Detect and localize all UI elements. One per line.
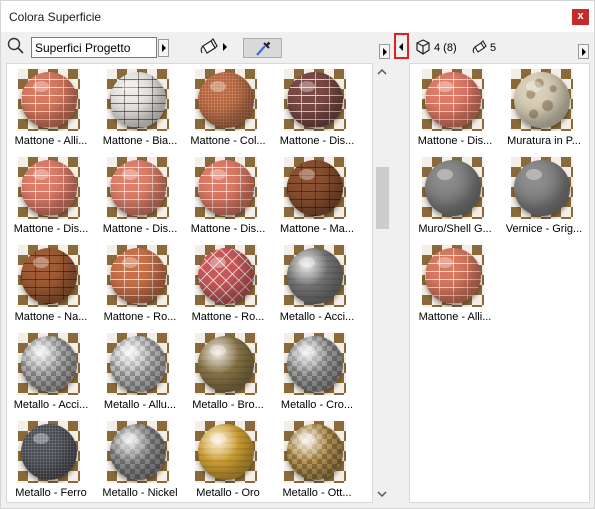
surface-tile[interactable]: Mattone - Na... xyxy=(8,243,94,331)
surface-preview-image xyxy=(511,69,573,131)
surface-tile[interactable]: Mattone - Ro... xyxy=(97,243,183,331)
surface-library-grid: Mattone - Alli... Mattone - Bia... Mattone… xyxy=(6,63,373,503)
surface-preview-image xyxy=(18,333,80,395)
eyedropper-icon xyxy=(256,41,271,56)
surface-tile-label: Metallo - Bro... xyxy=(192,399,264,411)
surface-tile[interactable]: Mattone - Alli... xyxy=(412,243,498,331)
surface-tile-label: Mattone - Dis... xyxy=(190,223,266,235)
surface-preview-image xyxy=(18,245,80,307)
eyedropper-button[interactable] xyxy=(243,38,282,58)
object-count: 4 (8) xyxy=(434,42,457,54)
surface-preview-image xyxy=(195,421,257,483)
surface-tile-label: Metallo - Acci... xyxy=(13,399,89,411)
surface-preview-image xyxy=(422,157,484,219)
surface-tile[interactable]: Mattone - Dis... xyxy=(185,155,271,243)
surface-preview-image xyxy=(18,69,80,131)
surface-tile[interactable]: Vernice - Grig... xyxy=(501,155,587,243)
surface-tile-label: Muratura in P... xyxy=(507,135,581,147)
surface-preview-image xyxy=(284,157,346,219)
search-input[interactable] xyxy=(31,37,157,58)
surface-tile[interactable]: Metallo - Acci... xyxy=(8,331,94,419)
surface-tile[interactable]: Mattone - Ro... xyxy=(185,243,271,331)
surface-preview-image xyxy=(18,157,80,219)
surface-tile[interactable]: Metallo - Nickel xyxy=(97,419,183,502)
surface-preview-image xyxy=(107,333,169,395)
surface-tile-label: Mattone - Dis... xyxy=(102,223,178,235)
surface-tile[interactable]: Muro/Shell G... xyxy=(412,155,498,243)
search-menu-button[interactable] xyxy=(158,39,169,57)
surface-tile-label: Metallo - Ferro xyxy=(15,487,87,499)
right-panel-menu-button[interactable] xyxy=(578,44,589,59)
scrollbar-thumb[interactable] xyxy=(376,167,389,229)
surface-tile[interactable]: Mattone - Alli... xyxy=(8,67,94,155)
surface-preview-image xyxy=(195,245,257,307)
close-button[interactable]: x xyxy=(572,9,589,25)
paint-bucket-icon[interactable] xyxy=(198,37,220,57)
surface-tile-label: Mattone - Ro... xyxy=(191,311,265,323)
surface-tile-label: Mattone - Na... xyxy=(14,311,88,323)
surface-preview-image xyxy=(107,157,169,219)
surface-tile[interactable]: Metallo - Allu... xyxy=(97,331,183,419)
surface-preview-image xyxy=(422,69,484,131)
surface-preview-image xyxy=(107,69,169,131)
surface-tile-label: Metallo - Acci... xyxy=(279,311,355,323)
surface-tile-label: Mattone - Alli... xyxy=(14,135,88,147)
project-surfaces-grid: Mattone - Dis... Muratura in P... Muro/She… xyxy=(409,63,590,503)
surface-tile-label: Mattone - Dis... xyxy=(417,135,493,147)
surface-tile-label: Metallo - Allu... xyxy=(103,399,177,411)
surface-tile[interactable]: Metallo - Bro... xyxy=(185,331,271,419)
title-bar[interactable]: Colora Superficie x xyxy=(1,1,594,32)
surface-preview-image xyxy=(284,333,346,395)
surface-tile[interactable]: Metallo - Acci... xyxy=(274,243,360,331)
surface-tile-label: Mattone - Ma... xyxy=(280,223,354,235)
library-scrollbar[interactable] xyxy=(374,63,391,503)
surface-tile-label: Vernice - Grig... xyxy=(505,223,583,235)
surface-preview-image xyxy=(107,421,169,483)
surface-tile-label: Mattone - Dis... xyxy=(279,135,355,147)
surface-tile[interactable]: Mattone - Dis... xyxy=(8,155,94,243)
surface-preview-image xyxy=(195,69,257,131)
surface-tile-label: Mattone - Dis... xyxy=(13,223,89,235)
surface-preview-image xyxy=(284,421,346,483)
surface-tile[interactable]: Metallo - Ott... xyxy=(274,419,360,502)
surface-tile-label: Mattone - Ro... xyxy=(103,311,177,323)
paint-mode-dropdown-icon[interactable] xyxy=(223,43,227,51)
surface-tile-label: Metallo - Cro... xyxy=(280,399,354,411)
surface-preview-image xyxy=(422,245,484,307)
surface-preview-image xyxy=(284,69,346,131)
surface-preview-image xyxy=(195,333,257,395)
object-cube-icon xyxy=(416,39,430,55)
surface-count: 5 xyxy=(490,42,497,54)
surface-tile[interactable]: Mattone - Dis... xyxy=(274,67,360,155)
left-panel-menu-button[interactable] xyxy=(379,44,390,59)
surface-preview-image xyxy=(195,157,257,219)
surface-tile[interactable]: Mattone - Dis... xyxy=(97,155,183,243)
surface-preview-image xyxy=(18,421,80,483)
surface-tile-label: Muro/Shell G... xyxy=(418,223,492,235)
surface-tile-label: Metallo - Ott... xyxy=(282,487,352,499)
surface-tile[interactable]: Mattone - Col... xyxy=(185,67,271,155)
surface-painter-window: Colora Superficie x 4 (8) 5 Mattone - Al… xyxy=(0,0,595,509)
window-title: Colora Superficie xyxy=(9,10,102,24)
surface-tile-label: Metallo - Nickel xyxy=(102,487,178,499)
surface-tile-label: Mattone - Bia... xyxy=(102,135,178,147)
surface-tile-label: Mattone - Alli... xyxy=(418,311,492,323)
collapse-panel-button[interactable] xyxy=(394,33,409,59)
paint-bucket-small-icon xyxy=(472,40,487,54)
surface-tile[interactable]: Mattone - Bia... xyxy=(97,67,183,155)
surface-preview-image xyxy=(511,157,573,219)
surface-tile[interactable]: Muratura in P... xyxy=(501,67,587,155)
scroll-down-icon[interactable] xyxy=(377,489,387,499)
surface-tile-label: Metallo - Oro xyxy=(196,487,260,499)
surface-preview-image xyxy=(107,245,169,307)
surface-tile[interactable]: Mattone - Ma... xyxy=(274,155,360,243)
surface-preview-image xyxy=(284,245,346,307)
surface-tile[interactable]: Metallo - Ferro xyxy=(8,419,94,502)
surface-tile[interactable]: Metallo - Oro xyxy=(185,419,271,502)
surface-tile-label: Mattone - Col... xyxy=(190,135,266,147)
surface-tile[interactable]: Mattone - Dis... xyxy=(412,67,498,155)
scroll-up-icon[interactable] xyxy=(377,67,387,77)
surface-tile[interactable]: Metallo - Cro... xyxy=(274,331,360,419)
search-icon xyxy=(7,37,24,54)
